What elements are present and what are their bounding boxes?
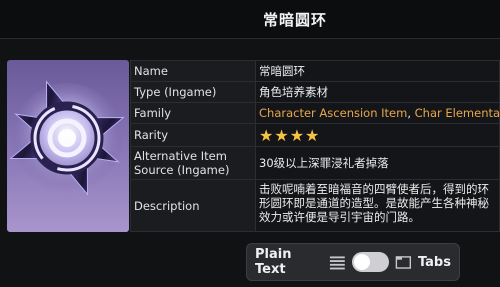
- page-title: 常暗圆环: [262, 10, 327, 29]
- browser-tab-icon: [395, 256, 412, 269]
- label-family: Family: [130, 102, 256, 124]
- tabs-label[interactable]: Tabs: [418, 255, 451, 270]
- item-image: [7, 60, 129, 232]
- plain-text-label[interactable]: Plain Text: [255, 247, 321, 277]
- value-rarity: ★★★★: [255, 123, 500, 147]
- value-name: 常暗圆环: [255, 60, 500, 82]
- label-alt-source: Alternative Item Source (Ingame): [130, 146, 256, 180]
- family-separator: ,: [407, 106, 415, 120]
- list-icon: [330, 256, 346, 270]
- row-type: Type (Ingame) 角色培养素材: [130, 81, 500, 103]
- row-rarity: Rarity ★★★★: [130, 123, 500, 147]
- link-char-elemental[interactable]: Char Elementa: [415, 106, 499, 120]
- value-description: 击败呢喃着至暗福音的四臂使者后，得到的环形圆环即是通道的造型。是故能产生各种神秘…: [255, 179, 500, 232]
- view-toggle-switch[interactable]: [352, 252, 390, 272]
- purple-ring-relic-icon: [9, 80, 125, 196]
- view-toggle-panel: Plain Text Tabs: [246, 243, 460, 281]
- value-family: Character Ascension Item, Char Elementa: [255, 102, 500, 124]
- label-name: Name: [130, 60, 256, 82]
- row-description: Description 击败呢喃着至暗福音的四臂使者后，得到的环形圆环即是通道的…: [130, 179, 500, 232]
- rarity-stars: ★★★★: [259, 125, 321, 145]
- value-alt-source: 30级以上深罪浸礼者掉落: [255, 146, 500, 180]
- item-info-table: Name 常暗圆环 Type (Ingame) 角色培养素材 Family Ch…: [130, 60, 500, 232]
- row-alt-source: Alternative Item Source (Ingame) 30级以上深罪…: [130, 146, 500, 180]
- row-name: Name 常暗圆环: [130, 60, 500, 82]
- label-type: Type (Ingame): [130, 81, 256, 103]
- label-description: Description: [130, 179, 256, 232]
- link-character-ascension-item[interactable]: Character Ascension Item: [259, 106, 407, 120]
- page-header: 常暗圆环: [0, 0, 500, 39]
- value-type: 角色培养素材: [255, 81, 500, 103]
- label-rarity: Rarity: [130, 123, 256, 147]
- toggle-knob: [354, 254, 371, 270]
- row-family: Family Character Ascension Item, Char El…: [130, 102, 500, 124]
